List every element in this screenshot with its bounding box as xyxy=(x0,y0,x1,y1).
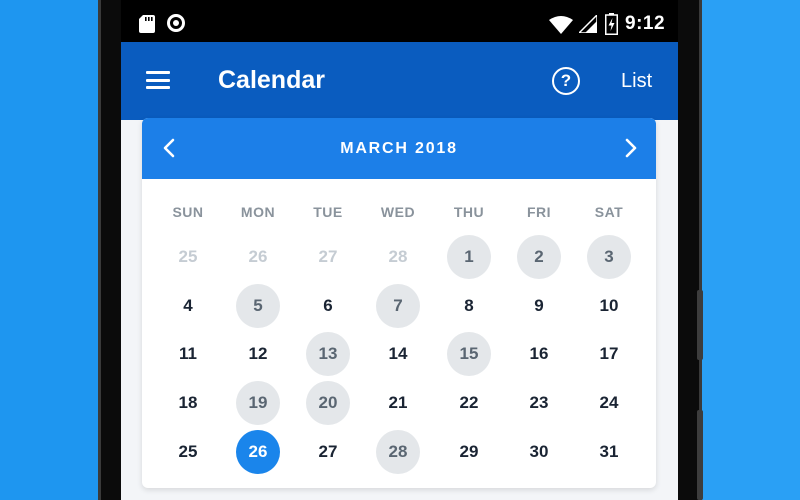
calendar-day[interactable]: 23 xyxy=(517,381,561,425)
wifi-icon xyxy=(549,16,573,34)
calendar-day[interactable]: 4 xyxy=(166,284,210,328)
menu-icon[interactable] xyxy=(146,71,170,89)
help-icon[interactable]: ? xyxy=(552,67,580,95)
calendar-day[interactable]: 14 xyxy=(376,332,420,376)
background-right xyxy=(700,0,800,500)
status-time: 9:12 xyxy=(625,13,666,34)
month-label: MARCH 2018 xyxy=(340,140,458,157)
calendar-day[interactable]: 16 xyxy=(517,332,561,376)
calendar-day[interactable]: 6 xyxy=(306,284,350,328)
list-view-button[interactable]: List xyxy=(621,70,652,93)
weekday-label: SAT xyxy=(594,204,624,220)
weekday-label: TUE xyxy=(313,204,343,220)
weekday-label: FRI xyxy=(526,204,552,220)
calendar-day-selected[interactable]: 26 xyxy=(236,430,280,474)
page-title: Calendar xyxy=(218,66,325,94)
calendar-day[interactable]: 27 xyxy=(306,430,350,474)
calendar-day-marked[interactable]: 3 xyxy=(587,235,631,279)
phone-side-button xyxy=(697,410,703,500)
calendar-day-marked[interactable]: 13 xyxy=(306,332,350,376)
calendar-day-other-month[interactable]: 28 xyxy=(376,235,420,279)
battery-charging-icon xyxy=(605,13,618,35)
calendar-day[interactable]: 10 xyxy=(587,284,631,328)
calendar-day[interactable]: 31 xyxy=(587,430,631,474)
weekday-label: THU xyxy=(453,204,485,220)
calendar-day-other-month[interactable]: 27 xyxy=(306,235,350,279)
status-bar: 9:12 xyxy=(121,0,678,42)
calendar-day[interactable]: 30 xyxy=(517,430,561,474)
calendar-day[interactable]: 11 xyxy=(166,332,210,376)
calendar-day[interactable]: 24 xyxy=(587,381,631,425)
calendar-card: MARCH 2018 SUN MON TUE WED THU FRI SAT 25 26 27 2… xyxy=(142,118,656,488)
calendar-day[interactable]: 21 xyxy=(376,381,420,425)
calendar-day[interactable]: 22 xyxy=(447,381,491,425)
calendar-day[interactable]: 29 xyxy=(447,430,491,474)
calendar-day-marked[interactable]: 19 xyxy=(236,381,280,425)
calendar-day-marked[interactable]: 20 xyxy=(306,381,350,425)
calendar-day[interactable]: 25 xyxy=(166,430,210,474)
calendar-day-marked[interactable]: 7 xyxy=(376,284,420,328)
weekday-label: SUN xyxy=(172,204,204,220)
calendar-day[interactable]: 12 xyxy=(236,332,280,376)
sd-card-icon xyxy=(139,15,155,33)
chevron-right-icon[interactable] xyxy=(620,138,640,158)
signal-icon xyxy=(579,15,597,33)
calendar-day-other-month[interactable]: 25 xyxy=(166,235,210,279)
calendar-day[interactable]: 17 xyxy=(587,332,631,376)
weekday-label: MON xyxy=(240,204,276,220)
phone-screen: 9:12 Calendar ? List MARCH 2018 SUN MON TU… xyxy=(121,0,678,500)
record-icon xyxy=(167,14,185,32)
calendar-header: MARCH 2018 xyxy=(142,118,656,179)
calendar-day-marked[interactable]: 15 xyxy=(447,332,491,376)
calendar-day[interactable]: 9 xyxy=(517,284,561,328)
weekday-label: WED xyxy=(380,204,416,220)
calendar-day-marked[interactable]: 2 xyxy=(517,235,561,279)
calendar-day-marked[interactable]: 1 xyxy=(447,235,491,279)
calendar-day-marked[interactable]: 5 xyxy=(236,284,280,328)
calendar-day[interactable]: 8 xyxy=(447,284,491,328)
phone-side-button xyxy=(697,290,703,360)
calendar-day-marked[interactable]: 28 xyxy=(376,430,420,474)
calendar-day[interactable]: 18 xyxy=(166,381,210,425)
app-bar: Calendar ? List xyxy=(121,42,678,120)
calendar-day-other-month[interactable]: 26 xyxy=(236,235,280,279)
